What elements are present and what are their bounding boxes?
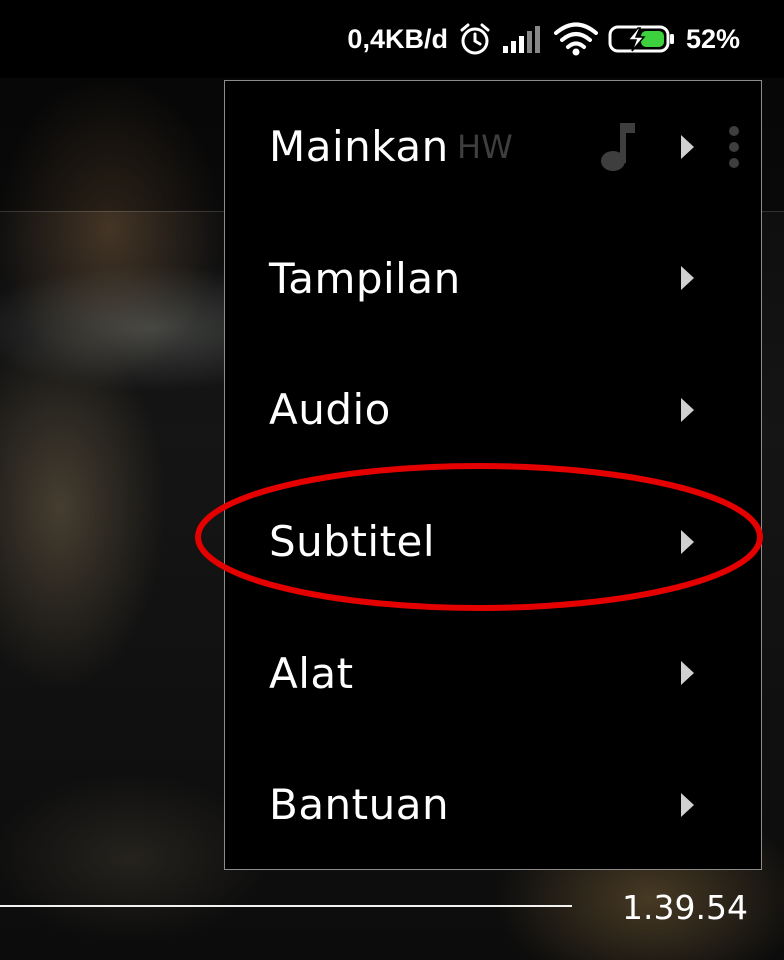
chevron-right-icon (679, 792, 695, 822)
menu-item-label: Mainkan (269, 122, 449, 172)
menu-item-label: Alat (269, 648, 354, 698)
video-player-screen: 0,4KB/d 52% Mainkan HW Tampilan Audio Su… (0, 0, 784, 960)
menu-item-tampilan[interactable]: Tampilan (225, 213, 761, 345)
duration-label: 1.39.54 (622, 888, 748, 927)
chevron-right-icon (679, 265, 695, 295)
chevron-right-icon (679, 529, 695, 559)
network-speed: 0,4KB/d (347, 23, 448, 54)
chevron-right-icon (679, 134, 695, 164)
menu-item-alat[interactable]: Alat (225, 607, 761, 739)
menu-item-label: Subtitel (269, 517, 436, 567)
menu-item-label: Tampilan (269, 253, 461, 303)
status-bar: 0,4KB/d 52% (0, 0, 784, 78)
menu-item-label: Bantuan (269, 780, 450, 830)
alarm-clock-icon (458, 22, 492, 56)
menu-item-subtitel[interactable]: Subtitel (225, 476, 761, 608)
chevron-right-icon (679, 660, 695, 690)
chevron-right-icon (679, 397, 695, 427)
options-menu: Mainkan HW Tampilan Audio Subtitel Alat … (224, 80, 762, 870)
menu-item-audio[interactable]: Audio (225, 344, 761, 476)
menu-item-label: Audio (269, 385, 391, 435)
music-note-icon[interactable] (599, 121, 639, 177)
cellular-signal-icon (502, 24, 544, 54)
menu-item-bantuan[interactable]: Bantuan (225, 739, 761, 871)
battery-charging-icon (608, 24, 676, 54)
battery-percent: 52% (685, 23, 740, 54)
hw-decoder-badge[interactable]: HW (457, 128, 513, 166)
menu-item-mainkan[interactable]: Mainkan HW (225, 81, 761, 213)
more-vertical-icon[interactable] (727, 125, 741, 173)
seek-bar[interactable] (0, 905, 572, 907)
status-icons: 0,4KB/d 52% (347, 22, 740, 56)
wifi-icon (553, 22, 598, 56)
